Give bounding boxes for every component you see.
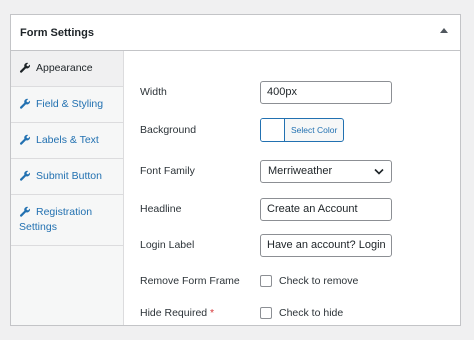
sidebar-item-label: Labels & Text [36, 134, 99, 146]
width-row: Width [140, 80, 460, 104]
sidebar-item-field-styling[interactable]: Field & Styling [11, 87, 123, 123]
font-family-label: Font Family [140, 165, 195, 177]
login-label-input[interactable] [260, 233, 392, 257]
settings-sidebar: Appearance Field & Styling Labels & Text… [11, 51, 124, 325]
remove-frame-row: Remove Form Frame Check to remove [140, 269, 460, 293]
sidebar-item-label: Submit Button [36, 170, 102, 182]
width-label: Width [140, 86, 167, 98]
wrench-icon [19, 170, 30, 181]
wrench-icon [19, 98, 30, 109]
hide-required-option[interactable]: Check to hide [260, 307, 343, 319]
remove-frame-option[interactable]: Check to remove [260, 275, 358, 287]
sidebar-item-label: Registration [36, 206, 93, 218]
remove-frame-checkbox-label: Check to remove [279, 275, 359, 287]
color-swatch [261, 119, 285, 141]
sidebar-item-label: Appearance [36, 62, 93, 74]
sidebar-item-labels-text[interactable]: Labels & Text [11, 123, 123, 159]
select-color-button[interactable]: Select Color [260, 118, 345, 142]
headline-row: Headline [140, 197, 460, 221]
hide-required-checkbox-label: Check to hide [279, 307, 344, 319]
sidebar-item-label: Field & Styling [36, 98, 104, 110]
wrench-icon [19, 206, 30, 217]
font-family-row: Font Family Merriweather [140, 159, 460, 183]
remove-frame-label: Remove Form Frame [140, 275, 240, 287]
sidebar-item-label-line2: Settings [19, 221, 57, 233]
chevron-down-icon [374, 168, 384, 175]
sidebar-item-submit-button[interactable]: Submit Button [11, 159, 123, 195]
panel-title: Form Settings [20, 26, 94, 39]
hide-required-label: Hide Required [140, 307, 208, 319]
collapse-icon[interactable] [440, 28, 448, 33]
font-family-value: Merriweather [268, 165, 333, 177]
headline-input[interactable] [260, 197, 392, 221]
font-family-select[interactable]: Merriweather [260, 159, 392, 183]
remove-frame-checkbox[interactable] [260, 275, 272, 287]
form-settings-panel: Form Settings Appearance Field & Styling… [10, 14, 461, 326]
headline-label: Headline [140, 203, 182, 215]
login-label-label: Login Label [140, 239, 195, 251]
settings-content: Width Background Select Color Font Famil… [124, 51, 460, 325]
wrench-icon [19, 62, 30, 73]
hide-required-checkbox[interactable] [260, 307, 272, 319]
hide-required-row: Hide Required * Check to hide [140, 301, 460, 325]
select-color-label: Select Color [291, 125, 338, 135]
sidebar-item-registration-settings[interactable]: Registration Settings [11, 195, 123, 246]
sidebar-item-appearance[interactable]: Appearance [11, 51, 123, 87]
hide-required-label-wrap: Hide Required * [140, 307, 260, 319]
background-label: Background [140, 124, 197, 136]
login-label-row: Login Label [140, 233, 460, 257]
wrench-icon [19, 134, 30, 145]
width-input[interactable] [260, 80, 392, 104]
panel-header: Form Settings [11, 15, 460, 51]
background-row: Background Select Color [140, 118, 460, 142]
required-asterisk: * [210, 307, 215, 319]
